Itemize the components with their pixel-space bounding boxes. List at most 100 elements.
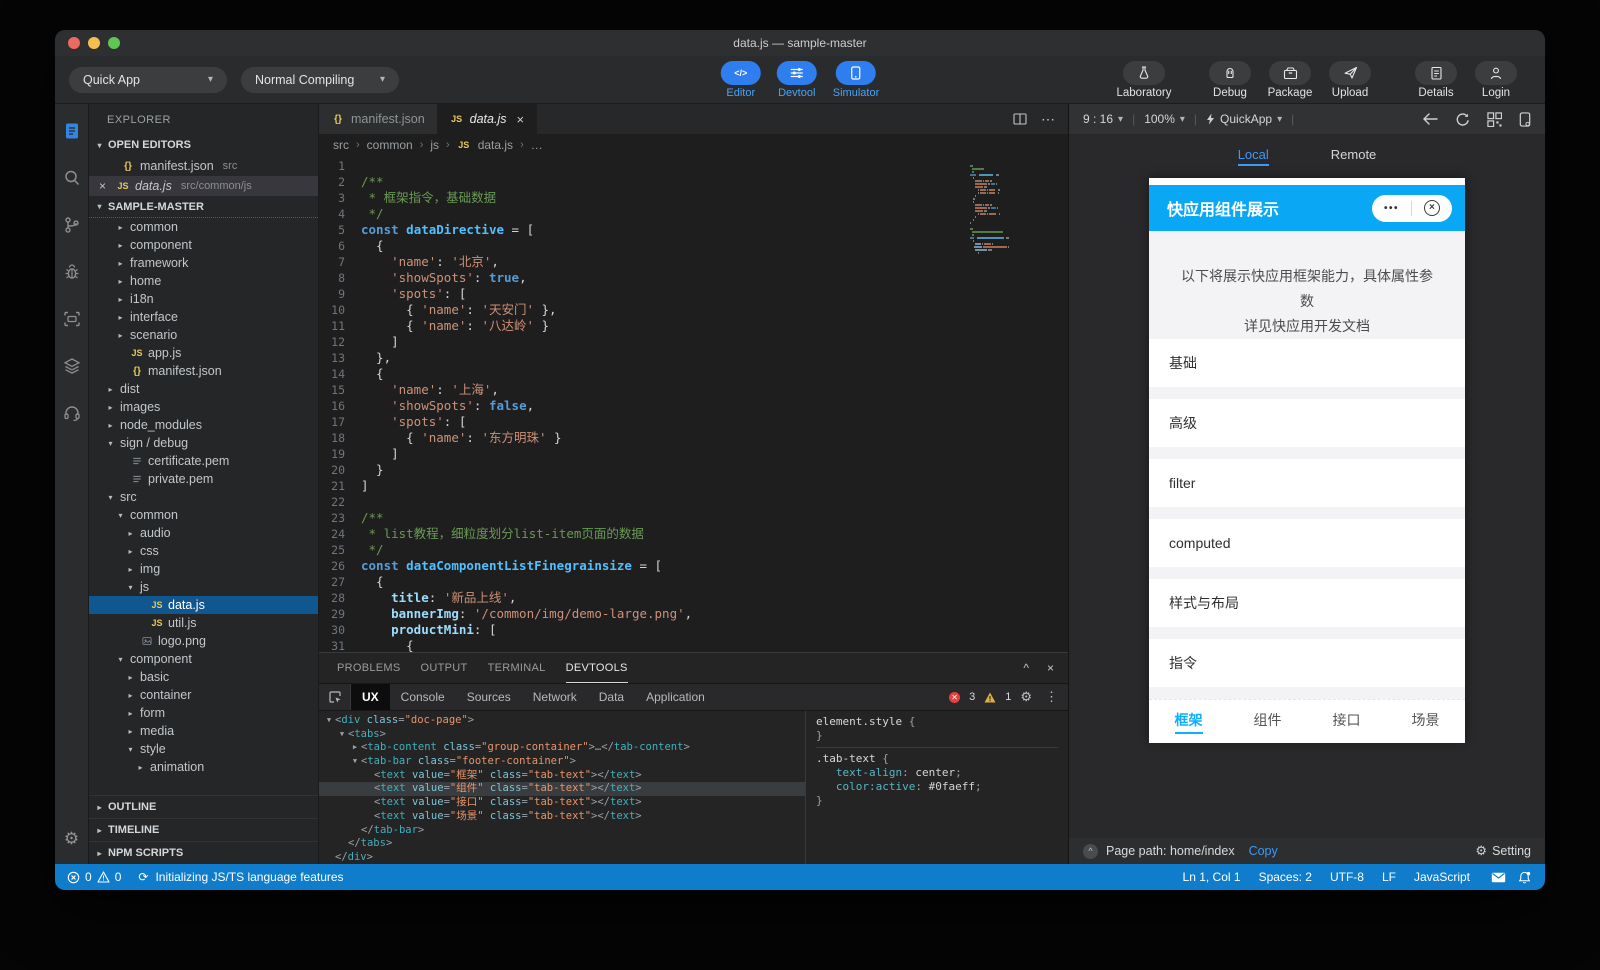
open-editor-data[interactable]: × JS data.js src/common/js <box>89 176 318 196</box>
debug-button[interactable]: Debug <box>1201 61 1259 99</box>
close-icon[interactable]: × <box>99 179 111 193</box>
tree-item-certificate.pem[interactable]: certificate.pem <box>89 452 318 470</box>
panel-tab-problems[interactable]: PROBLEMS <box>337 653 401 683</box>
status-item[interactable]: UTF-8 <box>1330 870 1364 884</box>
tree-item-manifest.json[interactable]: {}manifest.json <box>89 362 318 380</box>
outline-section-header[interactable]: ▸ OUTLINE <box>89 795 318 818</box>
dom-tree-node[interactable]: <text value="组件" class="tab-text"></text… <box>319 782 805 796</box>
project-type-dropdown[interactable]: Quick App ▾ <box>69 67 227 93</box>
open-editors-header[interactable]: ▾ OPEN EDITORS <box>89 134 318 156</box>
more-menu-icon[interactable]: ••• <box>1384 203 1399 214</box>
maximize-window-button[interactable] <box>108 37 120 49</box>
support-icon[interactable] <box>61 402 83 424</box>
tree-item-component[interactable]: ▾component <box>89 650 318 668</box>
status-item[interactable]: LF <box>1382 870 1396 884</box>
split-editor-icon[interactable] <box>1013 113 1027 125</box>
devtools-tab-application[interactable]: Application <box>635 684 716 710</box>
tree-item-common[interactable]: ▸common <box>89 218 318 236</box>
explorer-icon[interactable] <box>61 120 83 142</box>
tab-manifest-json[interactable]: {} manifest.json <box>319 104 438 134</box>
aspect-ratio-dropdown[interactable]: 9 : 16 ▾ <box>1083 112 1123 126</box>
tree-item-img[interactable]: ▸img <box>89 560 318 578</box>
qr-code-icon[interactable] <box>1487 112 1502 127</box>
dom-tree-node[interactable]: ▶<tab-content class="group-container">…<… <box>319 741 805 755</box>
dom-tree-node[interactable]: <text value="框架" class="tab-text"></text… <box>319 769 805 783</box>
list-item-filter[interactable]: filter <box>1149 459 1465 507</box>
timeline-section-header[interactable]: ▸ TIMELINE <box>89 818 318 841</box>
tree-item-container[interactable]: ▸container <box>89 686 318 704</box>
list-item-样式与布局[interactable]: 样式与布局 <box>1149 579 1465 627</box>
feedback-bell-icon[interactable] <box>1518 871 1531 884</box>
dom-tree-node[interactable]: </tab-bar> <box>319 824 805 838</box>
package-button[interactable]: Package <box>1261 61 1319 99</box>
expand-arrow-icon[interactable]: ▶ <box>349 741 361 755</box>
tree-item-css[interactable]: ▸css <box>89 542 318 560</box>
dom-tree-node[interactable]: <text value="接口" class="tab-text"></text… <box>319 796 805 810</box>
minimap[interactable] <box>970 162 1010 255</box>
list-item-指令[interactable]: 指令 <box>1149 639 1465 687</box>
tree-item-dist[interactable]: ▸dist <box>89 380 318 398</box>
devtools-settings-gear-icon[interactable]: ⚙ <box>1020 689 1032 705</box>
devtools-tab-sources[interactable]: Sources <box>456 684 522 710</box>
tree-item-common[interactable]: ▾common <box>89 506 318 524</box>
source-control-icon[interactable] <box>61 214 83 236</box>
dom-tree-node[interactable]: ▼<div class="doc-page"> <box>319 714 805 728</box>
tree-item-audio[interactable]: ▸audio <box>89 524 318 542</box>
dom-tree-node[interactable]: ▼<tabs> <box>319 728 805 742</box>
tab-data-js[interactable]: JS data.js × <box>438 104 537 134</box>
tree-item-images[interactable]: ▸images <box>89 398 318 416</box>
manage-gear-icon[interactable]: ⚙ <box>61 828 83 850</box>
compile-mode-dropdown[interactable]: Normal Compiling ▾ <box>241 67 399 93</box>
tree-item-basic[interactable]: ▸basic <box>89 668 318 686</box>
tree-item-interface[interactable]: ▸interface <box>89 308 318 326</box>
expand-arrow-icon[interactable]: ▼ <box>323 714 335 728</box>
search-icon[interactable] <box>61 167 83 189</box>
tree-item-i18n[interactable]: ▸i18n <box>89 290 318 308</box>
more-actions-icon[interactable]: ⋯ <box>1041 111 1056 128</box>
phone-tab-接口[interactable]: 接口 <box>1307 700 1386 743</box>
mail-icon[interactable] <box>1491 872 1506 883</box>
close-tab-icon[interactable]: × <box>517 112 525 127</box>
tree-item-src[interactable]: ▾src <box>89 488 318 506</box>
upload-button[interactable]: Upload <box>1321 61 1379 99</box>
device-dropdown[interactable]: QuickApp ▾ <box>1206 112 1282 126</box>
tree-item-home[interactable]: ▸home <box>89 272 318 290</box>
details-button[interactable]: Details <box>1407 61 1465 99</box>
dom-tree-node[interactable]: ▼<tab-bar class="footer-container"> <box>319 755 805 769</box>
close-window-button[interactable] <box>68 37 80 49</box>
simulator-tab-local[interactable]: Local <box>1238 147 1269 166</box>
tree-item-node-modules[interactable]: ▸node_modules <box>89 416 318 434</box>
minimize-window-button[interactable] <box>88 37 100 49</box>
collapse-icon[interactable]: ^ <box>1083 844 1098 859</box>
list-item-基础[interactable]: 基础 <box>1149 339 1465 387</box>
tree-item-sign-debug[interactable]: ▾sign / debug <box>89 434 318 452</box>
devtools-tab-console[interactable]: Console <box>390 684 456 710</box>
copy-path-link[interactable]: Copy <box>1249 844 1278 858</box>
collapse-panel-icon[interactable]: ^ <box>1023 661 1029 675</box>
devtools-tab-network[interactable]: Network <box>522 684 588 710</box>
panel-tab-devtools[interactable]: DEVTOOLS <box>566 653 628 683</box>
expand-arrow-icon[interactable]: ▼ <box>349 755 361 769</box>
screencast-icon[interactable] <box>61 308 83 330</box>
status-item[interactable]: Ln 1, Col 1 <box>1183 870 1241 884</box>
device-preview-icon[interactable] <box>1519 112 1531 127</box>
dom-tree-node[interactable]: </tabs> <box>319 837 805 851</box>
tree-item-framework[interactable]: ▸framework <box>89 254 318 272</box>
tree-item-media[interactable]: ▸media <box>89 722 318 740</box>
panel-tab-terminal[interactable]: TERMINAL <box>488 653 546 683</box>
tree-item-animation[interactable]: ▸animation <box>89 758 318 776</box>
simulator-tab-remote[interactable]: Remote <box>1331 147 1377 166</box>
npm-scripts-section-header[interactable]: ▸ NPM SCRIPTS <box>89 841 318 864</box>
editor-mode-button[interactable]: </> Editor <box>721 61 761 99</box>
tree-item-private.pem[interactable]: private.pem <box>89 470 318 488</box>
tree-item-data.js[interactable]: JSdata.js <box>89 596 318 614</box>
kebab-menu-icon[interactable]: ⋮ <box>1045 689 1058 705</box>
refresh-icon[interactable] <box>1455 112 1470 127</box>
tree-item-js[interactable]: ▾js <box>89 578 318 596</box>
status-item[interactable]: JavaScript <box>1414 870 1470 884</box>
laboratory-button[interactable]: Laboratory <box>1115 61 1173 99</box>
back-arrow-icon[interactable] <box>1422 113 1438 125</box>
project-section-header[interactable]: ▾ SAMPLE-MASTER <box>89 196 318 218</box>
dom-tree-node[interactable]: </div> <box>319 851 805 864</box>
tree-item-style[interactable]: ▾style <box>89 740 318 758</box>
